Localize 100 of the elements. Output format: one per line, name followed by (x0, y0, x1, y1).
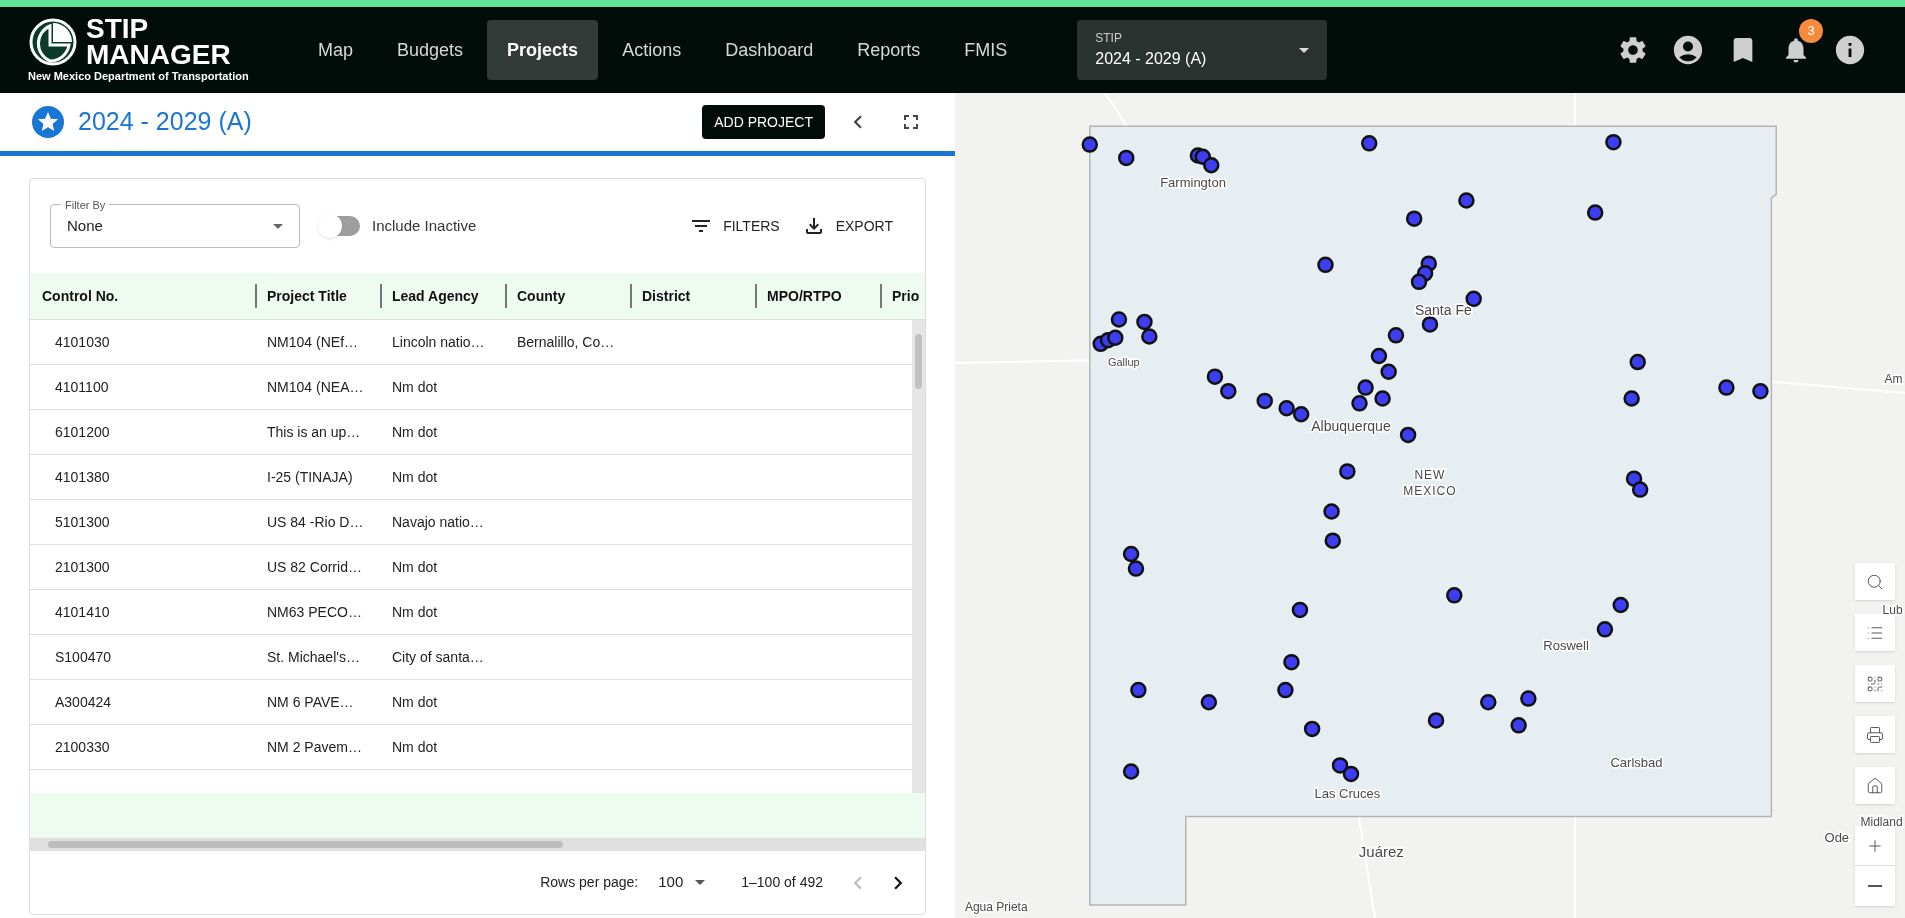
map-marker[interactable] (1605, 133, 1622, 151)
nav-tab[interactable]: Dashboard (705, 20, 834, 80)
map-marker[interactable] (1130, 681, 1147, 699)
rows-per-page-select[interactable]: 100 (658, 871, 706, 894)
table-cell: NM 2 Pavem… (267, 739, 362, 755)
table-cell: 4101030 (55, 334, 110, 350)
map-marker[interactable] (1206, 368, 1224, 385)
column-header[interactable]: Prio (892, 285, 920, 307)
map-marker[interactable] (1220, 382, 1237, 400)
table-cell: NM104 (NEf… (267, 334, 359, 350)
brand-subtitle: New Mexico Department of Transportation (28, 68, 250, 84)
map-marker[interactable] (1427, 712, 1445, 729)
map-marker[interactable] (1596, 621, 1614, 638)
map-marker[interactable] (1629, 353, 1646, 371)
column-header[interactable]: Project Title (267, 285, 347, 307)
add-project-button[interactable]: ADD PROJECT (702, 105, 825, 139)
table-cell: St. Michael's… (267, 649, 360, 665)
map-marker[interactable] (1387, 327, 1405, 344)
table-row[interactable]: 4101100 NM104 (NEA… Nm dot (30, 365, 912, 410)
map-marker[interactable] (1410, 273, 1428, 291)
search-button[interactable] (1855, 563, 1895, 600)
map-marker[interactable] (1446, 587, 1463, 604)
map-marker[interactable] (1612, 596, 1629, 614)
nav-tab[interactable]: Map (298, 20, 373, 80)
map-marker[interactable] (1380, 363, 1397, 380)
table-cell: Lincoln natio… (392, 334, 485, 350)
map-marker[interactable] (1351, 395, 1368, 412)
table-row[interactable]: 4101030 NM104 (NEf… Lincoln natio… Bernalillo, Co… (30, 320, 912, 365)
table-row[interactable]: S100470 St. Michael's… City of santa… (30, 635, 912, 680)
map-marker[interactable] (1317, 256, 1334, 274)
city-label: Lub (1882, 602, 1903, 617)
map-marker[interactable] (1127, 560, 1145, 577)
map-marker[interactable] (1141, 328, 1158, 345)
map-marker[interactable] (1122, 545, 1140, 563)
map-marker[interactable] (1370, 347, 1388, 365)
map-marker[interactable] (1200, 694, 1218, 711)
map-marker[interactable] (1291, 601, 1309, 619)
map-marker[interactable] (1339, 463, 1356, 480)
column-header[interactable]: District (642, 285, 691, 307)
map-marker[interactable] (1203, 157, 1220, 174)
table-cell: Nm dot (392, 469, 438, 485)
table-row[interactable]: A300424 NM 6 PAVE… Nm dot (30, 680, 912, 725)
column-header[interactable]: Control No. (42, 285, 119, 307)
map-marker[interactable] (1458, 192, 1475, 209)
map-marker[interactable] (1110, 311, 1128, 328)
map-marker[interactable] (1399, 426, 1417, 444)
map-marker[interactable] (1405, 210, 1423, 227)
map-marker[interactable] (1278, 399, 1295, 417)
column-header[interactable]: County (517, 285, 566, 307)
map-marker[interactable] (1480, 694, 1497, 711)
map-marker[interactable] (1586, 204, 1604, 221)
map-marker[interactable] (1421, 316, 1439, 333)
nav-tab[interactable]: Actions (602, 20, 702, 80)
map-marker[interactable] (1631, 481, 1649, 498)
export-button[interactable]: EXPORT (801, 214, 893, 238)
map-marker[interactable] (1292, 406, 1310, 423)
map-marker[interactable] (1520, 690, 1537, 707)
map-marker[interactable] (1277, 681, 1294, 699)
toggle-label: Include Inactive (372, 215, 477, 236)
map-marker[interactable] (1718, 379, 1735, 396)
column-header[interactable]: MPO/RTPO (767, 285, 842, 307)
map-marker[interactable] (1623, 390, 1640, 407)
table-row[interactable]: 4101380 I-25 (TINAJA) Nm dot (30, 455, 912, 500)
vertical-scrollbar[interactable] (912, 320, 925, 793)
nav-tab[interactable]: Projects (487, 20, 599, 80)
map-marker[interactable] (1118, 149, 1135, 167)
stip-select[interactable]: STIP 2024 - 2029 (A) (1077, 20, 1328, 80)
map-marker[interactable] (1342, 765, 1360, 783)
table-row[interactable]: 5101300 US 84 -Rio D… Navajo natio… (30, 500, 912, 545)
filters-button[interactable]: FILTERS (689, 214, 780, 238)
horizontal-scrollbar[interactable] (30, 838, 925, 851)
map-marker[interactable] (1256, 392, 1273, 410)
map-marker[interactable] (1283, 653, 1300, 671)
column-header[interactable]: Lead Agency (392, 285, 479, 307)
map-marker[interactable] (1081, 136, 1099, 153)
map-marker[interactable] (1323, 503, 1340, 520)
map-marker[interactable] (1136, 313, 1153, 331)
map-marker[interactable] (1303, 720, 1321, 738)
map-marker[interactable] (1324, 532, 1341, 549)
table-row[interactable]: 2101300 US 82 Corrid… Nm dot (30, 545, 912, 590)
map-marker[interactable] (1360, 135, 1378, 152)
map-marker[interactable] (1752, 382, 1769, 400)
info-icon[interactable] (1833, 33, 1867, 67)
map-marker[interactable] (1510, 717, 1527, 734)
table-row[interactable]: 6101200 This is an up… Nm dot (30, 410, 912, 455)
home-button[interactable] (1855, 767, 1895, 804)
map-marker[interactable] (1357, 379, 1374, 396)
city-label: Las Cruces (1314, 786, 1381, 802)
nav-tab[interactable]: Reports (837, 20, 941, 80)
map-marker[interactable] (1374, 390, 1391, 407)
user-icon[interactable] (1671, 33, 1705, 67)
city-label: Santa Fe (1414, 301, 1472, 318)
table-row[interactable]: 4101410 NM63 PECO… Nm dot (30, 590, 912, 635)
map-marker[interactable] (1122, 763, 1140, 780)
table-row[interactable]: 2100330 NM 2 Pavem… Nm dot (30, 725, 912, 770)
map-marker[interactable] (1331, 757, 1349, 774)
nav-tab[interactable]: Budgets (377, 20, 484, 80)
map-marker[interactable] (1107, 329, 1124, 346)
nav-tab[interactable]: FMIS (944, 20, 1028, 80)
print-button[interactable] (1855, 716, 1895, 753)
